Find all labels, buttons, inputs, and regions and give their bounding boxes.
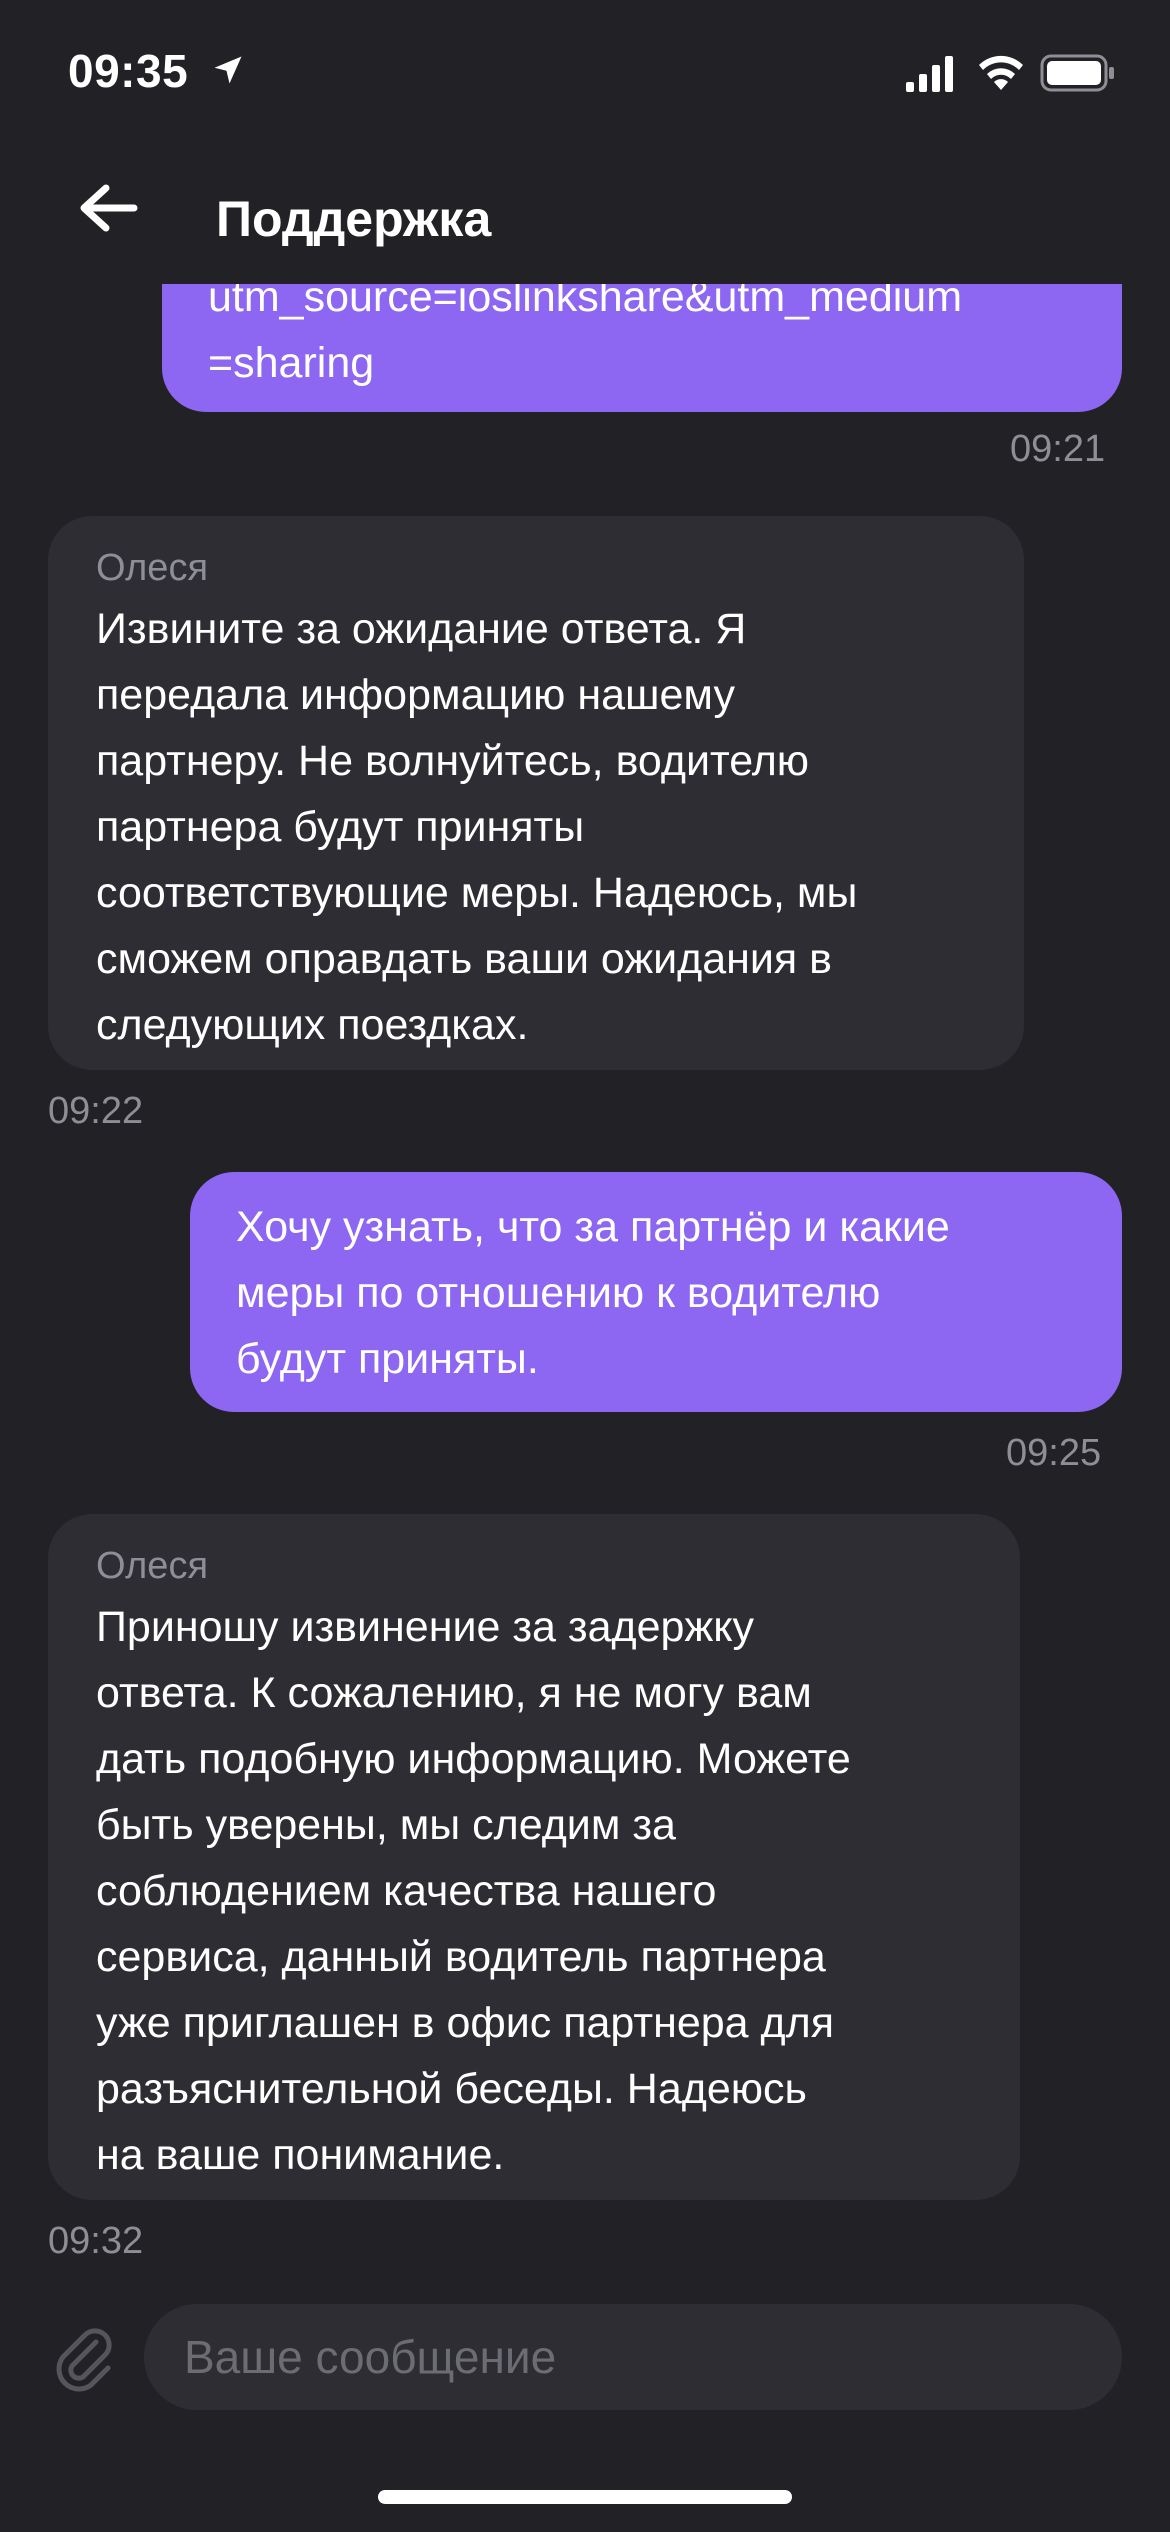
cellular-signal-icon [906,56,953,92]
message-text: Хочу узнать, что за партнёр и какие меры… [236,1203,950,1383]
navigation-header: Поддержка [0,150,1170,284]
sender-name: Олеся [96,1545,209,1587]
message-text: Извините за ожидание ответа. Я передала … [96,605,858,1049]
message-time: 09:32 [48,2220,144,2262]
page-title: Поддержка [216,191,492,247]
message-time: 09:21 [1010,428,1106,470]
incoming-message-bubble[interactable]: Олеся Извините за ожидание ответа. Я пер… [48,516,1024,1070]
message-time: 09:25 [1006,1432,1102,1474]
message-composer [0,2270,1170,2532]
message-list[interactable]: utm_source=ioslinkshare&utm_medium =shar… [0,150,1170,2270]
paperclip-icon[interactable] [50,2324,120,2394]
location-arrow-icon [214,56,242,84]
incoming-message-bubble[interactable]: Олеся Приношу извинение за задержку отве… [48,1514,1020,2200]
outgoing-message-bubble[interactable]: Хочу узнать, что за партнёр и какие меры… [190,1172,1122,1412]
sender-name: Олеся [96,547,209,589]
status-time: 09:35 [68,45,189,97]
message-input[interactable] [144,2304,1122,2410]
message-time: 09:22 [48,1090,144,1132]
arrow-left-icon[interactable] [60,170,156,266]
status-bar: 09:35 [0,0,1170,150]
battery-icon [1040,54,1114,92]
message-text: Приношу извинение за задержку ответа. К … [96,1603,851,2179]
wifi-icon [979,55,1023,90]
home-indicator[interactable] [378,2490,792,2504]
